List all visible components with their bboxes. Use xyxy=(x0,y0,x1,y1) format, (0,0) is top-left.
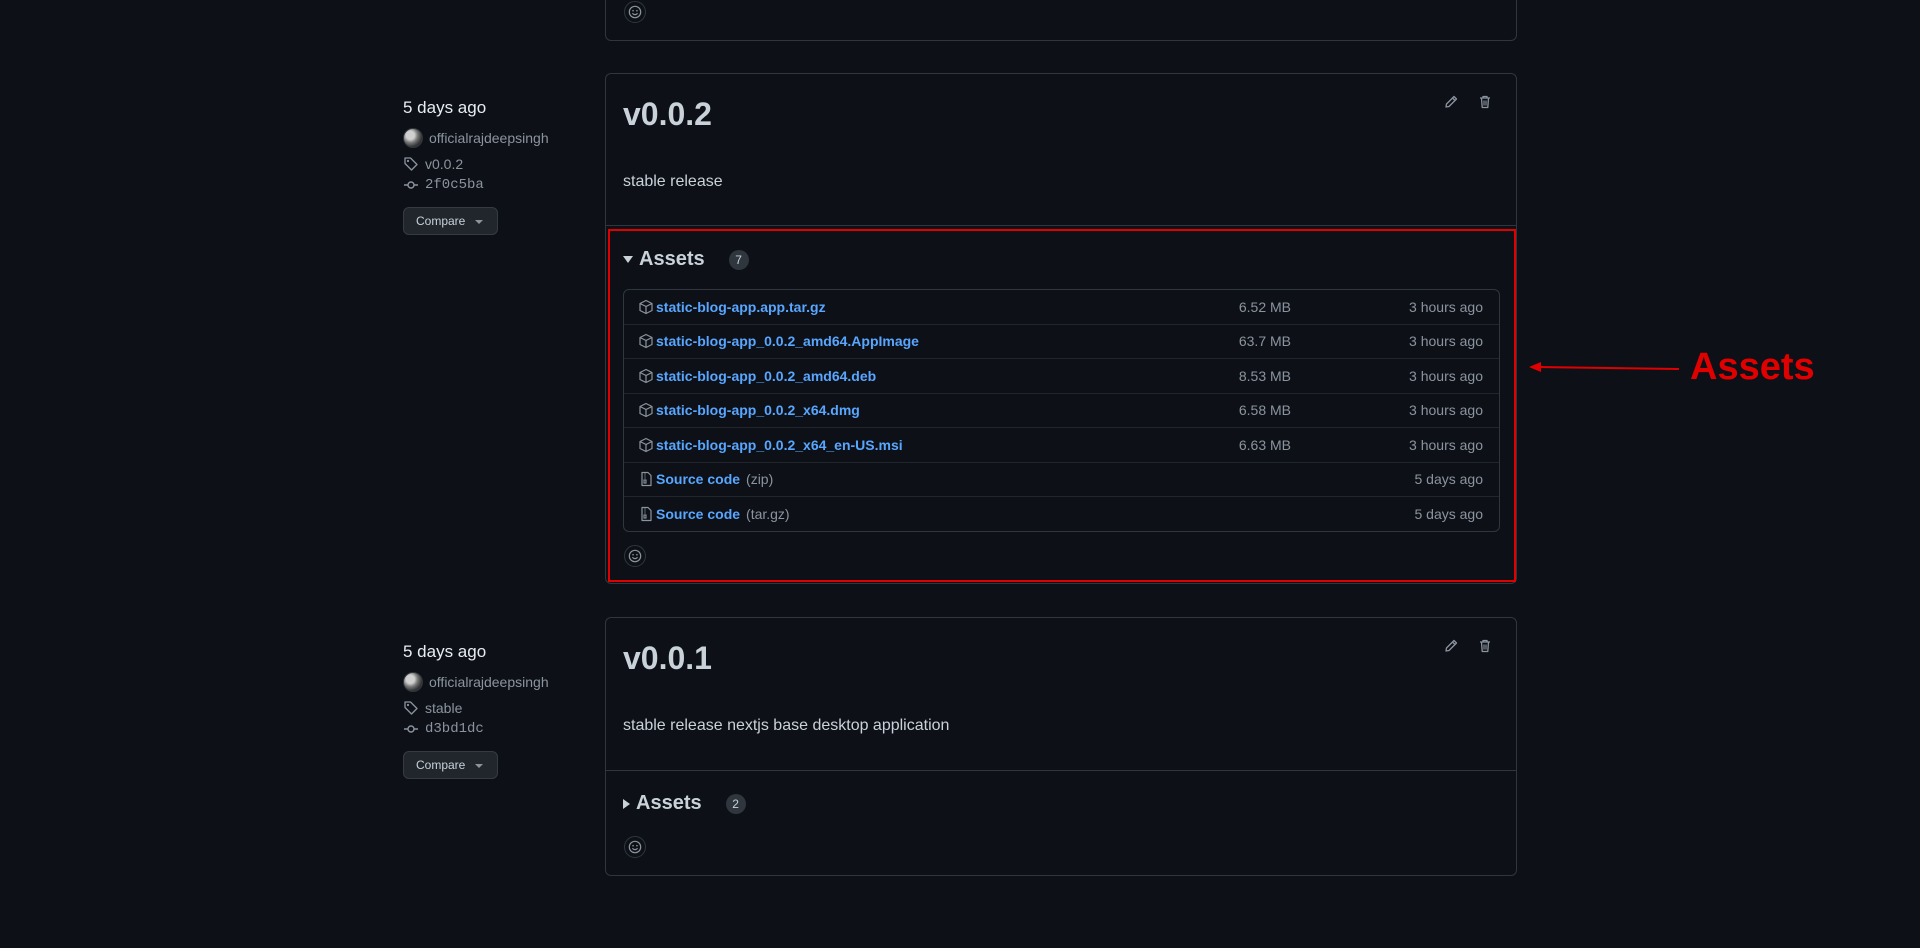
annotation-highlight-box xyxy=(608,229,1516,582)
trash-icon xyxy=(1480,95,1490,109)
author-name[interactable]: officialrajdeepsingh xyxy=(429,130,549,146)
tag-icon xyxy=(404,701,418,715)
commit-icon xyxy=(404,181,418,189)
release-commit[interactable]: 2f0c5ba xyxy=(403,177,603,193)
trash-icon xyxy=(1480,639,1490,653)
commit-sha[interactable]: d3bd1dc xyxy=(425,721,484,737)
assets-count-badge: 2 xyxy=(725,793,746,814)
add-reaction-button[interactable] xyxy=(624,836,646,858)
smiley-icon xyxy=(628,840,642,854)
compare-label: Compare xyxy=(416,214,466,228)
compare-label: Compare xyxy=(416,758,466,772)
release-meta-v001: 5 days ago officialrajdeepsingh stable d… xyxy=(403,642,603,779)
tag-icon xyxy=(404,157,418,171)
avatar xyxy=(403,128,423,148)
author-name[interactable]: officialrajdeepsingh xyxy=(429,674,549,690)
compare-button[interactable]: Compare xyxy=(403,751,498,779)
chevron-down-icon xyxy=(475,764,484,768)
release-commit[interactable]: d3bd1dc xyxy=(403,721,603,737)
assets-toggle[interactable]: Assets 2 xyxy=(623,792,746,815)
release-date: 5 days ago xyxy=(403,642,487,661)
release-meta-v002: 5 days ago officialrajdeepsingh v0.0.2 2… xyxy=(403,98,603,235)
previous-release-card xyxy=(605,0,1517,41)
tag-name[interactable]: v0.0.2 xyxy=(425,156,463,172)
divider xyxy=(606,770,1516,771)
release-card-v001: v0.0.1 stable release nextjs base deskto… xyxy=(605,617,1517,876)
release-description: stable release xyxy=(623,173,723,190)
release-tag[interactable]: v0.0.2 xyxy=(403,156,603,172)
edit-button[interactable] xyxy=(1440,635,1462,657)
pencil-icon xyxy=(1445,639,1458,652)
commit-sha[interactable]: 2f0c5ba xyxy=(425,177,484,193)
divider xyxy=(606,225,1516,226)
release-date: 5 days ago xyxy=(403,98,487,117)
annotation-label: Assets xyxy=(1690,346,1815,388)
delete-button[interactable] xyxy=(1474,91,1496,113)
add-reaction-button[interactable] xyxy=(624,1,646,23)
release-tag[interactable]: stable xyxy=(403,700,603,716)
release-author[interactable]: officialrajdeepsingh xyxy=(403,128,603,148)
release-author[interactable]: officialrajdeepsingh xyxy=(403,672,603,692)
tag-name[interactable]: stable xyxy=(425,700,462,716)
edit-button[interactable] xyxy=(1440,91,1462,113)
triangle-right-icon xyxy=(623,798,630,809)
compare-button[interactable]: Compare xyxy=(403,207,498,235)
smiley-icon xyxy=(628,5,642,19)
release-title[interactable]: v0.0.2 xyxy=(623,96,712,133)
commit-icon xyxy=(404,725,418,733)
pencil-icon xyxy=(1445,95,1458,108)
release-title[interactable]: v0.0.1 xyxy=(623,640,712,677)
annotation-arrow xyxy=(1529,362,1680,372)
release-description: stable release nextjs base desktop appli… xyxy=(623,717,950,734)
chevron-down-icon xyxy=(475,220,484,224)
delete-button[interactable] xyxy=(1474,635,1496,657)
assets-label: Assets xyxy=(636,792,702,814)
avatar xyxy=(403,672,423,692)
